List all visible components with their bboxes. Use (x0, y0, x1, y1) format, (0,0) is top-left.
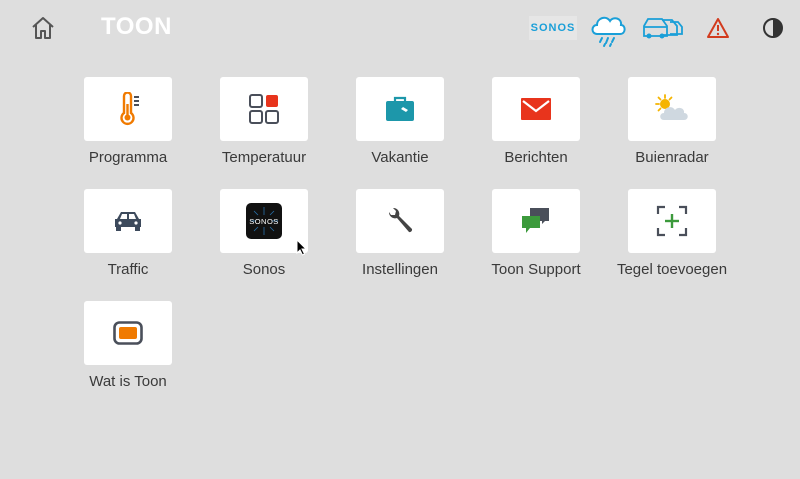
wrench-icon (388, 207, 413, 233)
top-bar: TOON SONOS (0, 0, 800, 56)
temperature-grid-icon (249, 94, 279, 124)
toon-device-icon (113, 321, 143, 345)
add-tile-icon (656, 205, 688, 237)
suitcase-icon (386, 96, 414, 121)
tile-label-tegel-toevoegen: Tegel toevoegen (616, 261, 728, 278)
chat-bubbles-icon (522, 208, 549, 233)
traffic-status-button[interactable] (640, 14, 686, 42)
tile-programma[interactable] (84, 77, 172, 141)
tile-instellingen[interactable] (356, 189, 444, 253)
tile-wat-is-toon[interactable] (84, 301, 172, 365)
tile-sonos[interactable]: SONOS (220, 189, 308, 253)
sonos-icon: SONOS (246, 203, 282, 239)
contrast-icon (763, 18, 783, 38)
toon-logo: TOON (101, 13, 172, 40)
mouse-cursor-icon (296, 239, 308, 256)
home-button[interactable] (29, 15, 57, 41)
envelope-icon (521, 98, 551, 120)
display-mode-button[interactable] (762, 17, 784, 39)
sonos-icon-text: SONOS (249, 217, 279, 226)
sun-cloud-icon (655, 94, 688, 120)
tile-label-buienradar: Buienradar (635, 149, 709, 166)
tile-vakantie[interactable] (356, 77, 444, 141)
car-icon (115, 212, 141, 231)
tile-berichten[interactable] (492, 77, 580, 141)
thermometer-icon (120, 92, 139, 125)
tile-temperatuur[interactable] (220, 77, 308, 141)
tile-buienradar[interactable] (628, 77, 716, 141)
home-icon (32, 17, 54, 39)
sonos-status-button[interactable]: SONOS (529, 16, 577, 40)
weather-rain-icon (591, 16, 626, 47)
tile-toon-support[interactable] (492, 189, 580, 253)
weather-button[interactable] (588, 10, 628, 48)
tile-label-wat-is-toon: Wat is Toon (89, 373, 167, 390)
warning-icon (707, 18, 729, 38)
warning-button[interactable] (706, 17, 730, 39)
tile-tegel-toevoegen[interactable] (628, 189, 716, 253)
traffic-icon (643, 18, 683, 39)
tile-traffic[interactable] (84, 189, 172, 253)
